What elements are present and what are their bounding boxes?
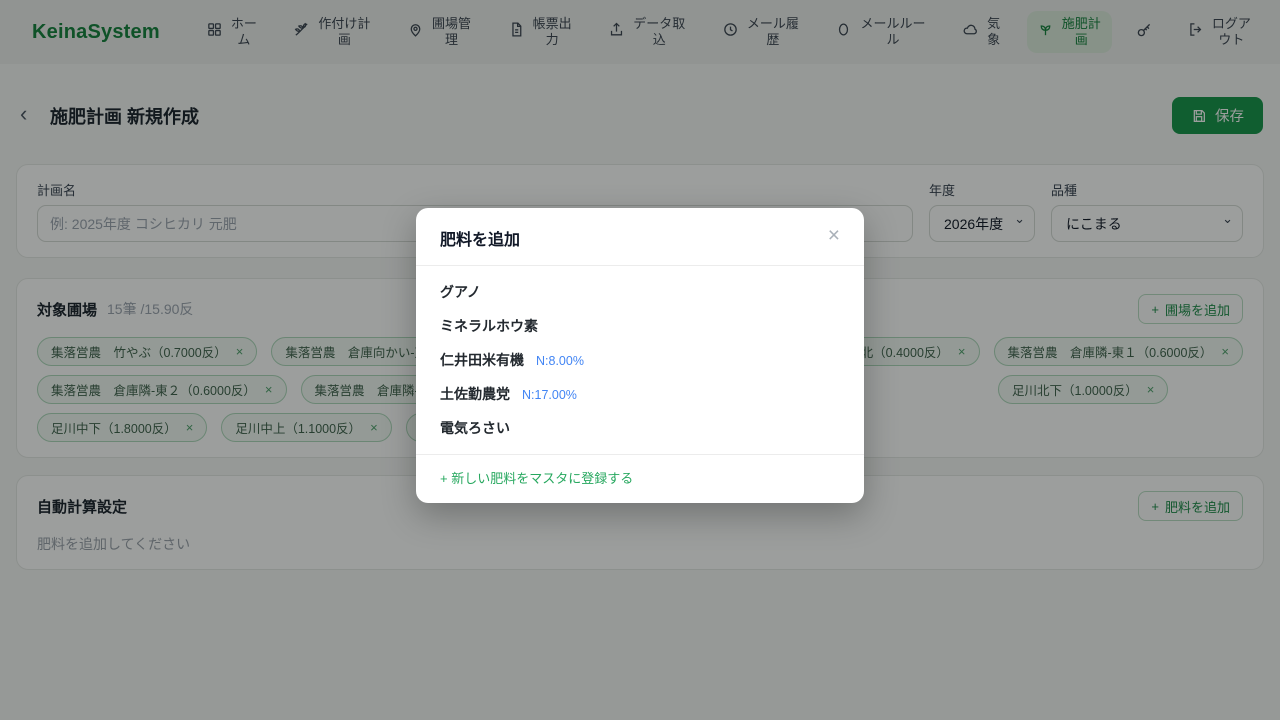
fertilizer-list-item[interactable]: グアノ — [416, 275, 864, 309]
add-fertilizer-modal: 肥料を追加 × グアノ ミネラルホウ素 仁井田米有機 N:8.00% 土佐勤農党… — [416, 208, 864, 503]
fertilizer-list-item[interactable]: 土佐勤農党 N:17.00% — [416, 377, 864, 411]
register-new-fertilizer-link[interactable]: + 新しい肥料をマスタに登録する — [440, 471, 633, 486]
fertilizer-list-item[interactable]: ミネラルホウ素 — [416, 309, 864, 343]
nitrogen-badge: N:17.00% — [522, 388, 577, 402]
close-icon[interactable]: × — [822, 222, 846, 250]
fertilizer-list-item[interactable]: 仁井田米有機 N:8.00% — [416, 343, 864, 377]
fertilizer-list-item[interactable]: 電気ろさい — [416, 411, 864, 445]
modal-title: 肥料を追加 — [440, 232, 520, 249]
fertilizer-list: グアノ ミネラルホウ素 仁井田米有機 N:8.00% 土佐勤農党 N:17.00… — [416, 266, 864, 454]
nitrogen-badge: N:8.00% — [536, 354, 584, 368]
